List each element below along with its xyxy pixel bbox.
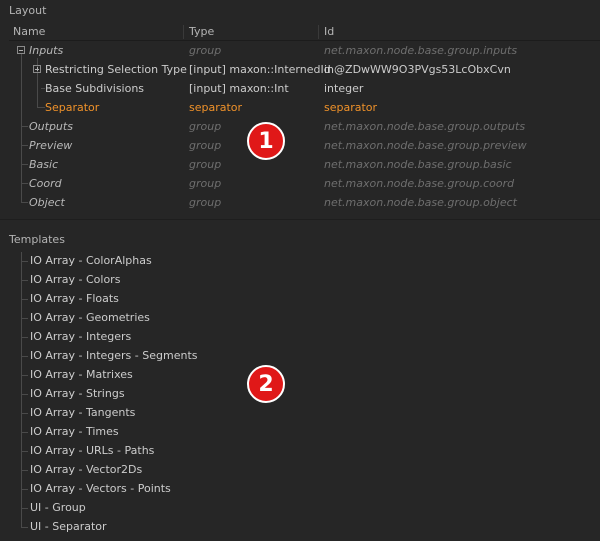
- template-item[interactable]: IO Array - Matrixes: [30, 368, 133, 387]
- tree-line: [21, 337, 28, 338]
- template-item[interactable]: UI - Group: [30, 501, 86, 520]
- expand-icon[interactable]: [33, 65, 41, 73]
- tree-line: [21, 280, 28, 281]
- layout-section-label: Layout: [9, 4, 47, 17]
- row-type: group: [189, 44, 222, 57]
- row-id: net.maxon.node.base.group.inputs: [324, 44, 518, 57]
- template-item[interactable]: UI - Separator: [30, 520, 107, 539]
- tree-line: [21, 489, 28, 490]
- template-item[interactable]: IO Array - Colors: [30, 273, 120, 292]
- row-type: group: [189, 139, 222, 152]
- row-type: group: [189, 120, 222, 133]
- collapse-icon[interactable]: [17, 46, 25, 54]
- row-name: Object: [29, 196, 65, 209]
- header-rule: [525, 40, 600, 41]
- row-type: group: [189, 196, 222, 209]
- template-item[interactable]: IO Array - Vector2Ds: [30, 463, 142, 482]
- row-name: Preview: [29, 139, 73, 152]
- column-header-id[interactable]: Id: [324, 25, 334, 38]
- template-item[interactable]: IO Array - Geometries: [30, 311, 150, 330]
- row-name: Base Subdivisions: [45, 82, 145, 95]
- column-divider[interactable]: [183, 25, 184, 39]
- row-name: Separator: [45, 101, 100, 114]
- row-id: in@ZDwWW9O3PVgs53LcObxCvn: [324, 63, 511, 76]
- layout-row-separator-selected[interactable]: Separator separator separator: [0, 98, 530, 117]
- row-name: Outputs: [29, 120, 73, 133]
- row-name: Coord: [29, 177, 62, 190]
- templates-section-label: Templates: [9, 233, 65, 246]
- tree-line: [21, 432, 28, 433]
- row-name: Basic: [29, 158, 59, 171]
- tree-line: [21, 394, 28, 395]
- row-id: separator: [324, 101, 378, 114]
- layout-row-object[interactable]: Object group net.maxon.node.base.group.o…: [0, 193, 530, 212]
- row-type: [input] maxon::Int: [189, 82, 289, 95]
- template-item[interactable]: IO Array - Times: [30, 425, 119, 444]
- column-header-type[interactable]: Type: [189, 25, 214, 38]
- tree-line: [21, 470, 28, 471]
- tree-line: [21, 356, 28, 357]
- annotation-badge-2: 2: [247, 365, 285, 403]
- row-id: net.maxon.node.base.group.object: [324, 196, 517, 209]
- layout-row-restricting-selection-type[interactable]: Restricting Selection Type [input] maxon…: [0, 60, 530, 79]
- layout-row-inputs[interactable]: Inputs group net.maxon.node.base.group.i…: [0, 41, 530, 60]
- tree-line: [21, 451, 28, 452]
- template-item[interactable]: IO Array - Tangents: [30, 406, 135, 425]
- template-item[interactable]: IO Array - Vectors - Points: [30, 482, 171, 501]
- template-item[interactable]: IO Array - Floats: [30, 292, 119, 311]
- tree-line: [21, 508, 28, 509]
- row-name: Inputs: [29, 44, 64, 57]
- layout-table-header: Name Type Id: [9, 24, 525, 41]
- row-id: net.maxon.node.base.group.coord: [324, 177, 515, 190]
- tree-line: [21, 527, 28, 528]
- row-type: [input] maxon::InternedId: [189, 63, 331, 76]
- layout-row-base-subdivisions[interactable]: Base Subdivisions [input] maxon::Int int…: [0, 79, 530, 98]
- row-id: net.maxon.node.base.group.outputs: [324, 120, 526, 133]
- template-item[interactable]: IO Array - URLs - Paths: [30, 444, 154, 463]
- tree-line: [21, 252, 22, 527]
- row-id: net.maxon.node.base.group.basic: [324, 158, 512, 171]
- annotation-badge-1: 1: [247, 122, 285, 160]
- row-id: net.maxon.node.base.group.preview: [324, 139, 527, 152]
- tree-line: [21, 299, 28, 300]
- column-divider[interactable]: [318, 25, 319, 39]
- column-header-name[interactable]: Name: [13, 25, 45, 38]
- tree-line: [21, 375, 28, 376]
- template-item[interactable]: IO Array - Integers - Segments: [30, 349, 197, 368]
- layout-row-coord[interactable]: Coord group net.maxon.node.base.group.co…: [0, 174, 530, 193]
- row-type: group: [189, 177, 222, 190]
- template-item[interactable]: IO Array - Strings: [30, 387, 125, 406]
- row-type: separator: [189, 101, 243, 114]
- tree-line: [21, 261, 28, 262]
- tree-line: [21, 413, 28, 414]
- tree-line: [21, 318, 28, 319]
- template-item[interactable]: IO Array - ColorAlphas: [30, 254, 152, 273]
- row-name: Restricting Selection Type: [45, 63, 187, 76]
- row-id: integer: [324, 82, 364, 95]
- row-type: group: [189, 158, 222, 171]
- template-item[interactable]: IO Array - Integers: [30, 330, 131, 349]
- section-divider: [0, 219, 600, 220]
